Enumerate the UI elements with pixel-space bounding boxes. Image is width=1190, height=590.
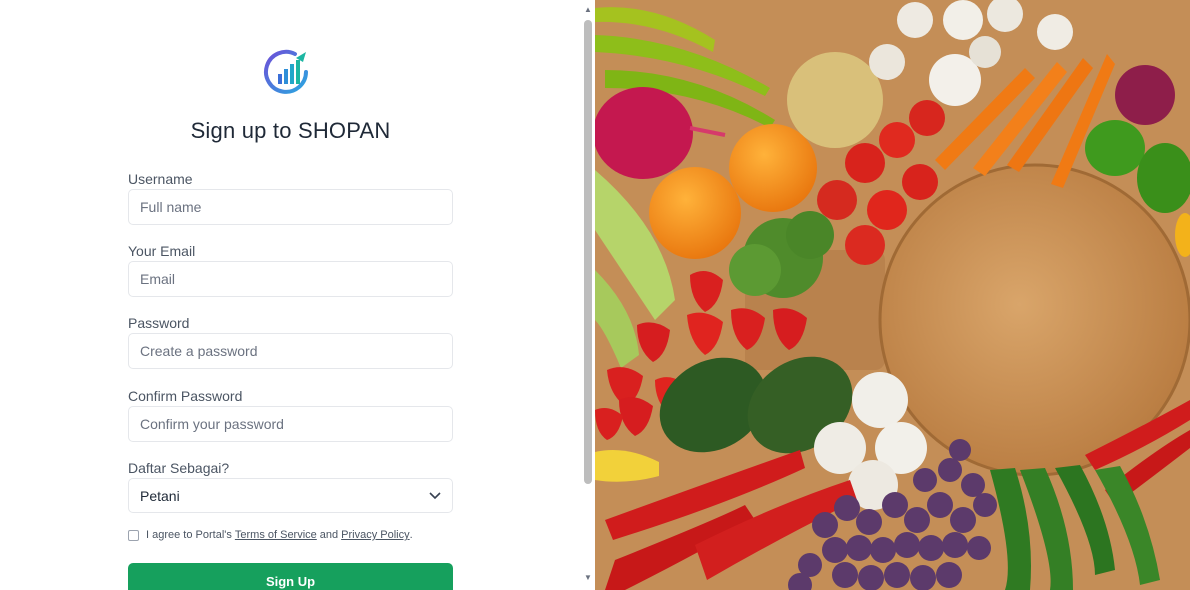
- role-label: Daftar Sebagai?: [128, 460, 230, 476]
- sign-up-button[interactable]: Sign Up: [128, 563, 453, 590]
- scroll-down-icon[interactable]: ▼: [584, 573, 592, 582]
- signup-panel: Sign up to SHOPAN Username Your Email Pa…: [0, 0, 581, 590]
- password-input[interactable]: [128, 333, 453, 369]
- agree-prefix: I agree to Portal's: [146, 529, 232, 541]
- shopan-logo-icon: [264, 49, 308, 94]
- agree-and: and: [319, 529, 339, 541]
- username-label: Username: [128, 171, 193, 187]
- username-input[interactable]: [128, 189, 453, 225]
- terms-agreement: I agree to Portal's Terms of Service and…: [128, 529, 413, 541]
- agree-suffix: .: [409, 529, 413, 541]
- email-label: Your Email: [128, 243, 196, 259]
- scrollbar-thumb[interactable]: [584, 20, 592, 484]
- confirm-password-label: Confirm Password: [128, 388, 243, 404]
- email-input[interactable]: [128, 261, 453, 297]
- role-select[interactable]: Petani: [128, 478, 453, 513]
- page-title: Sign up to SHOPAN: [190, 118, 391, 143]
- password-label: Password: [128, 315, 190, 331]
- chevron-down-icon: [429, 491, 441, 499]
- vegetables-photo: [595, 0, 1190, 590]
- agree-checkbox[interactable]: [128, 529, 139, 541]
- page-scrollbar[interactable]: ▲ ▼: [581, 0, 595, 590]
- scroll-up-icon[interactable]: ▲: [584, 5, 592, 14]
- role-select-value: Petani: [140, 487, 180, 504]
- terms-of-service-link[interactable]: Terms of Service: [235, 529, 317, 541]
- confirm-password-input[interactable]: [128, 406, 453, 442]
- privacy-policy-link[interactable]: Privacy Policy: [341, 529, 409, 541]
